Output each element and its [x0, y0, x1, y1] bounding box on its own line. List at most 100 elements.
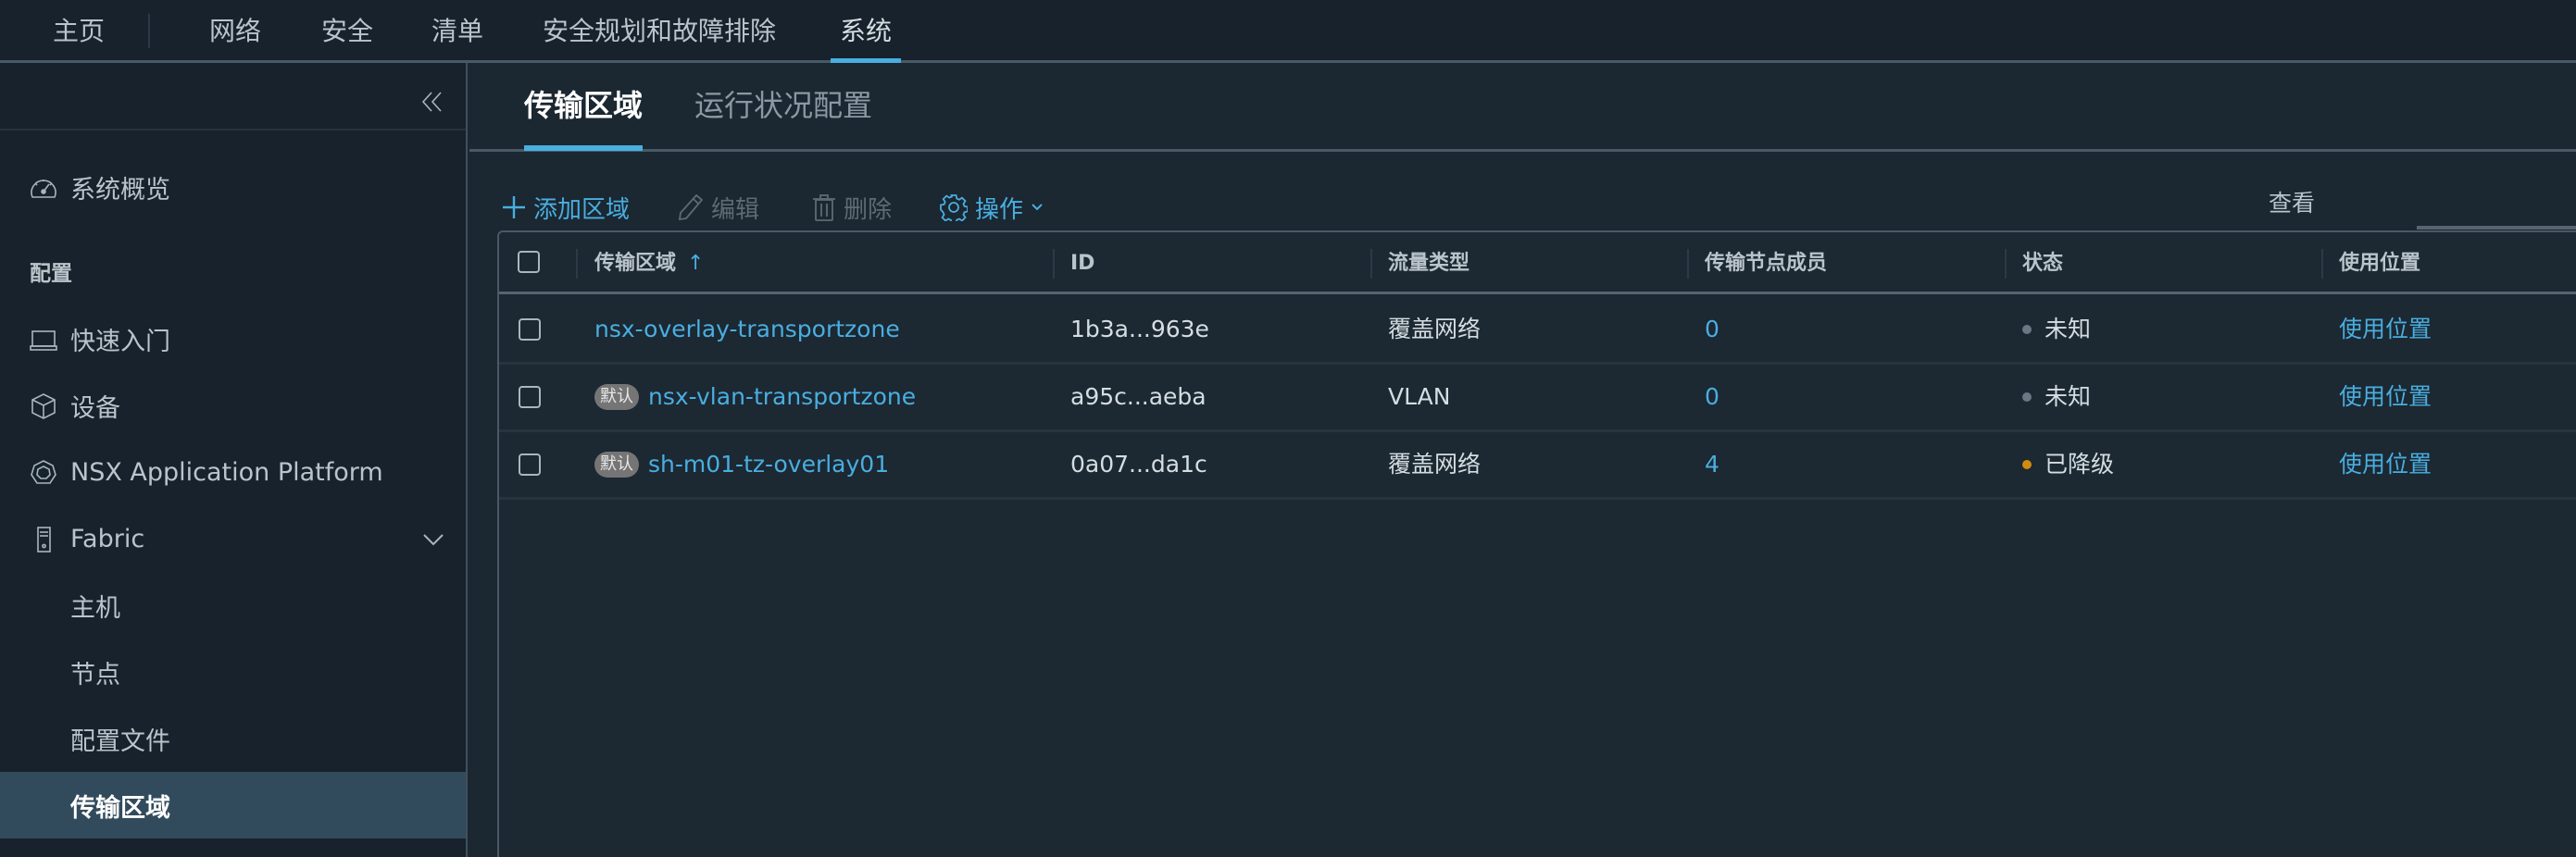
cube-icon — [30, 392, 57, 420]
column-separator — [2005, 249, 2007, 279]
sidebar-item-label: NSX Application Platform — [70, 457, 383, 487]
laptop-icon — [30, 326, 57, 354]
sidebar-item-transport-zones[interactable]: 传输区域 — [0, 772, 466, 838]
status-dot-icon — [2022, 392, 2032, 402]
row-checkbox[interactable] — [519, 453, 541, 476]
column-separator — [576, 249, 578, 279]
topnav-system[interactable]: 系统 — [830, 13, 902, 63]
delete-button[interactable]: 删除 — [812, 187, 892, 228]
zone-id: 1b3a...963e — [1070, 316, 1209, 342]
column-separator — [2321, 249, 2323, 279]
sidebar-item-label: 主机 — [70, 593, 120, 623]
members-count-link[interactable]: 4 — [1705, 432, 1719, 497]
sidebar-item-appliances[interactable]: 设备 — [0, 372, 466, 439]
sidebar-item-label: 设备 — [70, 393, 120, 423]
dashboard-gauge-icon — [30, 174, 57, 202]
default-badge: 默认 — [594, 452, 639, 478]
actions-label: 操作 — [975, 195, 1024, 224]
tab-health-config[interactable]: 运行状况配置 — [694, 85, 872, 126]
server-tower-icon — [30, 526, 57, 553]
topnav-security[interactable]: 安全 — [321, 13, 373, 50]
members-count-link[interactable]: 0 — [1705, 365, 1719, 429]
sidebar-item-quick-start[interactable]: 快速入门 — [0, 305, 466, 372]
plus-icon — [502, 195, 526, 219]
row-checkbox[interactable] — [519, 318, 541, 341]
status-cell: 未知 — [2022, 297, 2091, 362]
sidebar-item-system-overview[interactable]: 系统概览 — [0, 154, 466, 220]
delete-label: 删除 — [844, 195, 893, 224]
sidebar-item-label: 系统概览 — [70, 175, 170, 205]
status-cell: 已降级 — [2022, 432, 2114, 497]
row-checkbox[interactable] — [519, 386, 541, 408]
tab-transport-zones[interactable]: 传输区域 — [524, 85, 644, 151]
topnav-inventory[interactable]: 清单 — [431, 13, 483, 50]
usage-link[interactable]: 使用位置 — [2339, 297, 2432, 362]
sidebar-item-nsx-application-platform[interactable]: NSX Application Platform — [0, 439, 466, 505]
sidebar-item-label: 节点 — [70, 660, 120, 689]
traffic-type: 覆盖网络 — [1388, 451, 1482, 478]
edit-button[interactable]: 编辑 — [678, 187, 759, 228]
zone-name-cell: 默认 sh-m01-tz-overlay01 — [594, 432, 889, 497]
sidebar-item-label: 配置文件 — [70, 727, 170, 756]
default-badge: 默认 — [594, 384, 639, 410]
column-header-traffic-type[interactable]: 流量类型 — [1388, 232, 1469, 294]
zone-name-link[interactable]: nsx-overlay-transportzone — [594, 297, 900, 362]
status-text: 已降级 — [2045, 451, 2115, 478]
trash-icon — [812, 193, 836, 221]
sidebar-item-nodes[interactable]: 节点 — [0, 639, 466, 705]
heptagon-platform-icon — [30, 459, 57, 487]
zone-id: 0a07...da1c — [1070, 451, 1207, 478]
gear-icon — [940, 193, 968, 221]
actions-dropdown[interactable]: 操作 — [940, 187, 1044, 228]
add-zone-button[interactable]: 添加区域 — [502, 187, 630, 228]
status-cell: 未知 — [2022, 365, 2091, 429]
sidebar-item-profiles[interactable]: 配置文件 — [0, 705, 466, 772]
zone-id: a95c...aeba — [1070, 383, 1207, 410]
topnav-home[interactable]: 主页 — [53, 13, 105, 50]
sidebar-item-label: 传输区域 — [70, 793, 170, 823]
members-count-link[interactable]: 0 — [1705, 297, 1719, 362]
pencil-icon — [678, 193, 704, 221]
zone-name-link[interactable]: nsx-vlan-transportzone — [648, 365, 916, 429]
sort-ascending-icon[interactable]: ↑ — [687, 252, 704, 275]
main-content: 传输区域 运行状况配置 添加区域 编辑 删除 操作 查看 传输区域 ↑ ID 流… — [469, 63, 2576, 857]
sidebar-section-config: 配置 — [30, 262, 72, 286]
column-separator — [1687, 249, 1689, 279]
column-header-usage[interactable]: 使用位置 — [2339, 232, 2420, 294]
usage-link[interactable]: 使用位置 — [2339, 432, 2432, 497]
sidebar: 系统概览 配置 快速入门 设备 NSX Application Platform… — [0, 63, 468, 857]
column-separator — [1370, 249, 1372, 279]
sidebar-item-label: 快速入门 — [70, 327, 170, 356]
traffic-type: VLAN — [1388, 383, 1451, 410]
topnav-divider — [148, 14, 150, 48]
column-header-transport-zone[interactable]: 传输区域 ↑ — [594, 232, 704, 294]
topnav-networking[interactable]: 网络 — [209, 13, 261, 50]
sidebar-collapse-row — [0, 63, 466, 130]
status-text: 未知 — [2045, 383, 2092, 410]
topnav-security-planning-troubleshooting[interactable]: 安全规划和故障排除 — [543, 13, 776, 50]
zone-name-cell: 默认 nsx-vlan-transportzone — [594, 365, 916, 429]
sidebar-item-fabric[interactable]: Fabric — [0, 505, 466, 572]
top-navigation-bar: 主页 网络 安全 清单 安全规划和故障排除 系统 — [0, 0, 2576, 63]
sidebar-item-hosts[interactable]: 主机 — [0, 572, 466, 639]
transport-zones-table: 传输区域 ↑ ID 流量类型 传输节点成员 状态 使用位置 nsx-overlay… — [497, 230, 2576, 857]
add-zone-label: 添加区域 — [533, 195, 631, 224]
view-select[interactable] — [2417, 226, 2576, 230]
traffic-type: 覆盖网络 — [1388, 316, 1482, 342]
chevron-down-icon — [1031, 203, 1044, 212]
table-header: 传输区域 ↑ ID 流量类型 传输节点成员 状态 使用位置 — [499, 232, 2576, 294]
column-header-status[interactable]: 状态 — [2022, 232, 2063, 294]
chevron-down-icon[interactable] — [421, 528, 445, 552]
status-dot-icon — [2022, 325, 2032, 334]
column-header-members[interactable]: 传输节点成员 — [1705, 232, 1827, 294]
zone-name-link[interactable]: sh-m01-tz-overlay01 — [648, 432, 889, 497]
edit-label: 编辑 — [711, 195, 760, 224]
column-header-id[interactable]: ID — [1070, 232, 1094, 294]
table-row: 默认 sh-m01-tz-overlay01 0a07...da1c 覆盖网络 … — [499, 432, 2576, 500]
column-separator — [1053, 249, 1055, 279]
status-dot-icon — [2022, 460, 2032, 469]
double-chevron-left-icon[interactable] — [421, 91, 444, 113]
usage-link[interactable]: 使用位置 — [2339, 365, 2432, 429]
select-all-checkbox[interactable] — [518, 251, 540, 273]
table-row: nsx-overlay-transportzone 1b3a...963e 覆盖… — [499, 297, 2576, 365]
